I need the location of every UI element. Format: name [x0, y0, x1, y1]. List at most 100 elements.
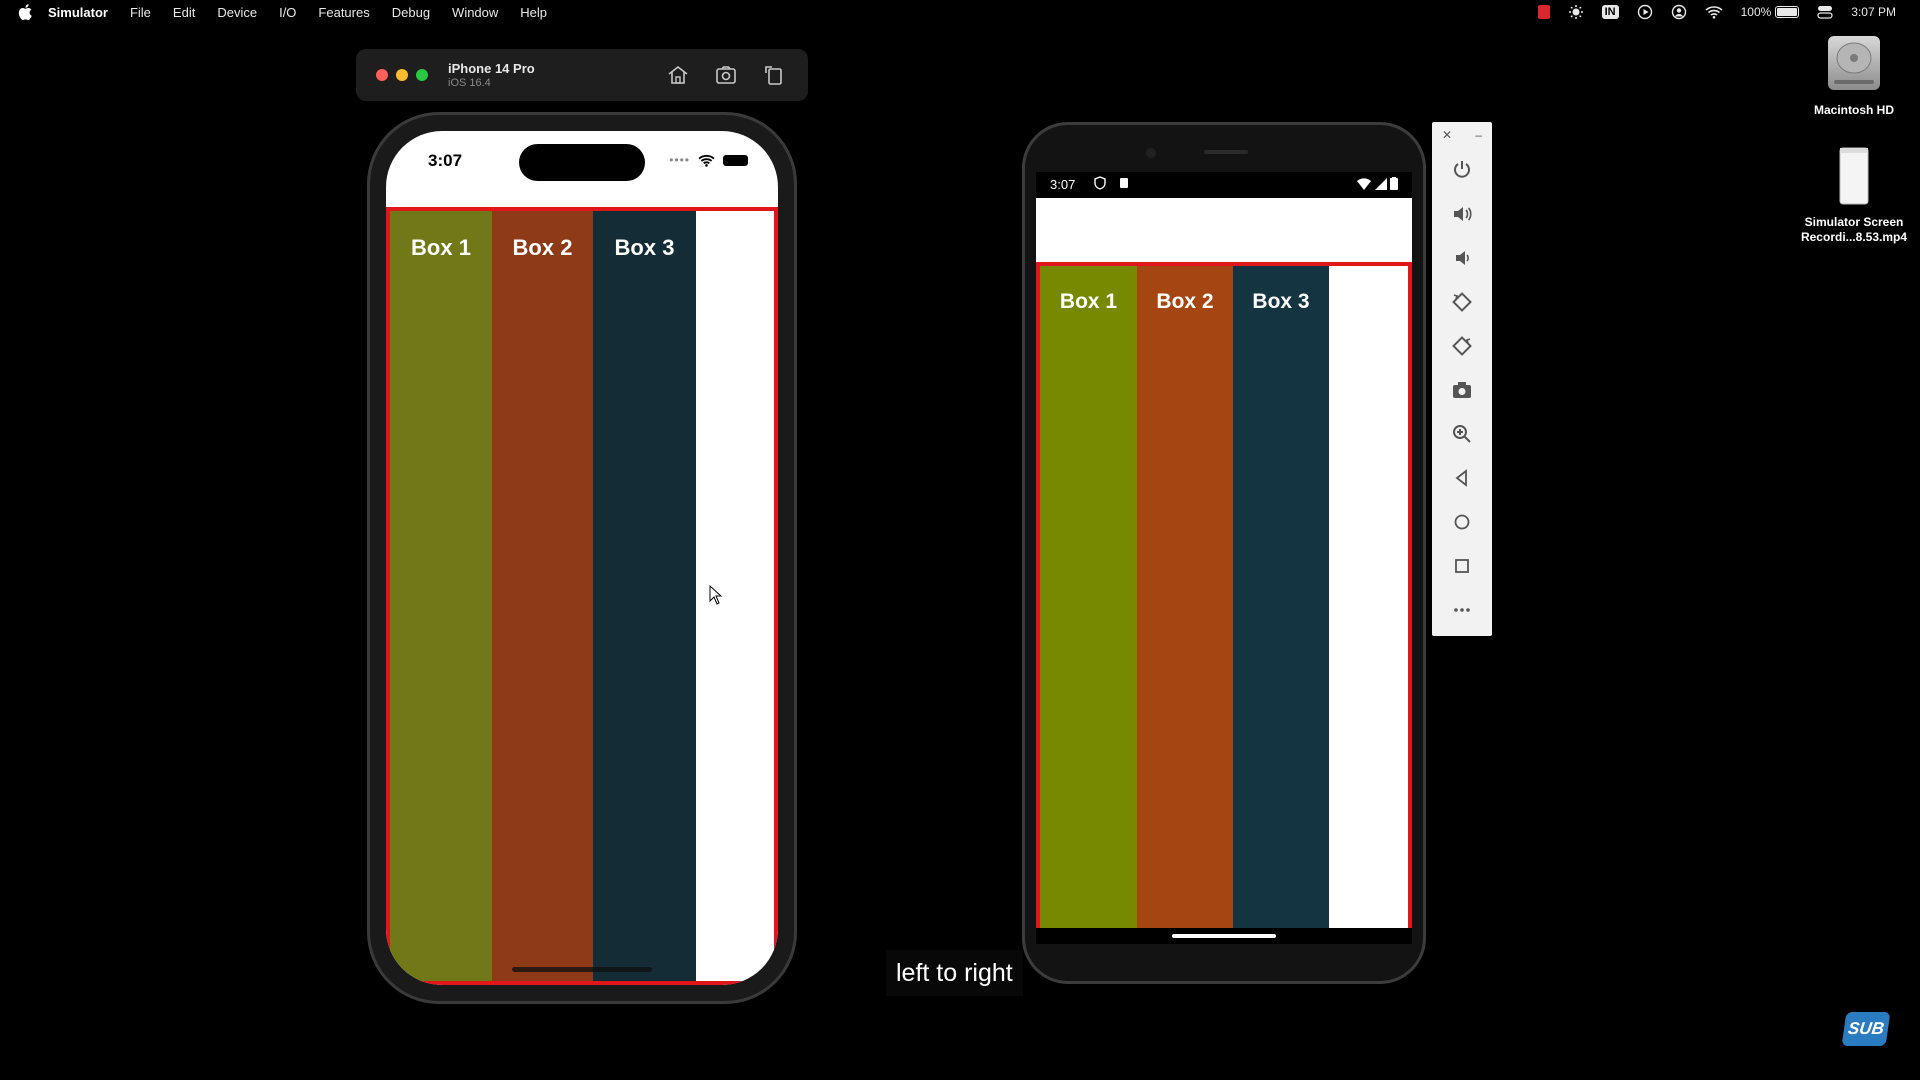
android-status-bar: 3:07: [1036, 172, 1412, 198]
android-status-time: 3:07: [1050, 177, 1076, 192]
screenshot-button[interactable]: [1432, 368, 1492, 412]
overview-button[interactable]: [1432, 544, 1492, 588]
box-label: Box 1: [411, 235, 471, 260]
box-1: Box 1: [390, 211, 492, 981]
android-nav-bar: [1036, 928, 1412, 944]
back-button[interactable]: [1432, 456, 1492, 500]
box-3: Box 3: [1233, 266, 1329, 940]
rotate-right-icon: [1452, 336, 1472, 356]
home-button[interactable]: [1432, 500, 1492, 544]
menu-app-simulator[interactable]: Simulator: [48, 5, 108, 20]
os-version: iOS 16.4: [448, 77, 491, 89]
desktop-icon-label: Simulator Screen Recordi...8.53.mp4: [1800, 215, 1908, 244]
menu-clock[interactable]: 3:07 PM: [1851, 5, 1896, 19]
signal-icon: [1374, 178, 1387, 190]
window-controls: [376, 69, 428, 81]
wifi-icon[interactable]: [1705, 5, 1723, 19]
video-caption: left to right: [886, 950, 1023, 996]
box-3: Box 3: [593, 211, 696, 981]
ios-status-icons: ••••: [669, 153, 748, 167]
box-label: Box 3: [1252, 290, 1310, 313]
more-button[interactable]: [1432, 588, 1492, 632]
camera-icon: [1453, 382, 1471, 398]
sub-watermark: SUB: [1841, 1012, 1891, 1046]
video-file-icon: [1839, 147, 1869, 205]
home-icon: [1454, 514, 1470, 530]
android-app-surface: Box 1 Box 2 Box 3: [1036, 198, 1412, 944]
menu-window[interactable]: Window: [452, 5, 498, 20]
menu-bar: Simulator File Edit Device I/O Features …: [0, 0, 1920, 24]
emulator-control-panel: ✕ –: [1432, 122, 1492, 636]
front-camera: [1146, 148, 1156, 158]
box-2: Box 2: [492, 211, 593, 981]
volume-down-button[interactable]: [1432, 236, 1492, 280]
sd-card-icon: [1120, 178, 1128, 188]
hard-drive-icon: [1828, 36, 1880, 90]
mouse-cursor-icon: [709, 585, 723, 605]
power-button[interactable]: [1432, 148, 1492, 192]
zoom-icon: [1453, 425, 1471, 443]
battery-icon: [1390, 177, 1398, 190]
ios-status-time: 3:07: [428, 151, 463, 170]
home-indicator[interactable]: [512, 967, 652, 972]
simulator-tools: [666, 63, 786, 87]
close-icon[interactable]: ✕: [1442, 128, 1452, 142]
rotate-right-button[interactable]: [1432, 324, 1492, 368]
emulator-panel-header: ✕ –: [1432, 122, 1492, 148]
minimize-icon[interactable]: –: [1475, 128, 1482, 142]
minimize-button[interactable]: [396, 69, 408, 81]
rotate-left-button[interactable]: [1432, 280, 1492, 324]
screenshot-icon[interactable]: [714, 63, 738, 87]
volume-up-button[interactable]: [1432, 192, 1492, 236]
back-icon: [1455, 469, 1467, 487]
screen-record-icon[interactable]: [1537, 5, 1550, 19]
user-icon[interactable]: [1671, 4, 1687, 20]
android-device-frame: 3:07 Box 1 Box 2 Box 3: [1022, 122, 1426, 984]
control-center-icon[interactable]: [1817, 5, 1833, 19]
status-area: IN 100% 3:07 PM: [1537, 0, 1896, 24]
box-2: Box 2: [1137, 266, 1233, 940]
battery-percent: 100%: [1740, 5, 1772, 19]
desktop-icon-label: Macintosh HD: [1813, 103, 1894, 117]
menu-help[interactable]: Help: [520, 5, 547, 20]
desktop-icon-macintosh-hd[interactable]: Macintosh HD: [1784, 32, 1920, 118]
menu-device[interactable]: Device: [217, 5, 257, 20]
play-icon[interactable]: [1637, 4, 1653, 20]
android-status-icons: [1357, 177, 1398, 193]
ios-status-bar: 3:07 ••••: [386, 131, 778, 191]
menu-io[interactable]: I/O: [279, 5, 296, 20]
desktop-icon-screen-recording[interactable]: Simulator Screen Recordi...8.53.mp4: [1784, 146, 1920, 245]
wifi-icon: [1357, 178, 1372, 190]
input-source-badge[interactable]: IN: [1601, 5, 1619, 19]
simulator-titlebar[interactable]: iPhone 14 Pro iOS 16.4: [356, 49, 808, 101]
menu-file[interactable]: File: [130, 5, 151, 20]
rotate-icon[interactable]: [762, 63, 786, 87]
battery-icon: [1775, 6, 1800, 18]
menu-edit[interactable]: Edit: [173, 5, 195, 20]
volume-down-icon: [1456, 251, 1469, 265]
rotate-left-icon: [1452, 292, 1472, 312]
box-label: Box 3: [614, 235, 675, 260]
home-icon[interactable]: [666, 63, 690, 87]
overview-icon: [1455, 559, 1469, 573]
box-1: Box 1: [1040, 266, 1137, 940]
simulator-title: iPhone 14 Pro iOS 16.4: [448, 61, 535, 89]
iphone-screen[interactable]: 3:07 •••• Box 1 Box 2 Box 3: [386, 131, 778, 985]
zoom-button[interactable]: [416, 69, 428, 81]
iphone-device-frame: 3:07 •••• Box 1 Box 2 Box 3: [367, 112, 797, 1004]
earpiece-speaker: [1204, 150, 1248, 154]
gesture-bar[interactable]: [1172, 934, 1276, 938]
wifi-icon: [698, 154, 715, 167]
android-screen[interactable]: 3:07 Box 1 Box 2 Box 3: [1036, 172, 1412, 944]
battery-status[interactable]: 100%: [1741, 5, 1800, 19]
menu-debug[interactable]: Debug: [392, 5, 430, 20]
close-button[interactable]: [376, 69, 388, 81]
cellular-icon: ••••: [669, 153, 690, 167]
zoom-button[interactable]: [1432, 412, 1492, 456]
apple-icon[interactable]: [16, 2, 36, 22]
dynamic-island: [519, 144, 645, 181]
brightness-icon[interactable]: [1568, 4, 1584, 20]
battery-icon: [723, 154, 748, 166]
menu-features[interactable]: Features: [318, 5, 369, 20]
flex-container: Box 1 Box 2 Box 3: [1036, 262, 1412, 944]
